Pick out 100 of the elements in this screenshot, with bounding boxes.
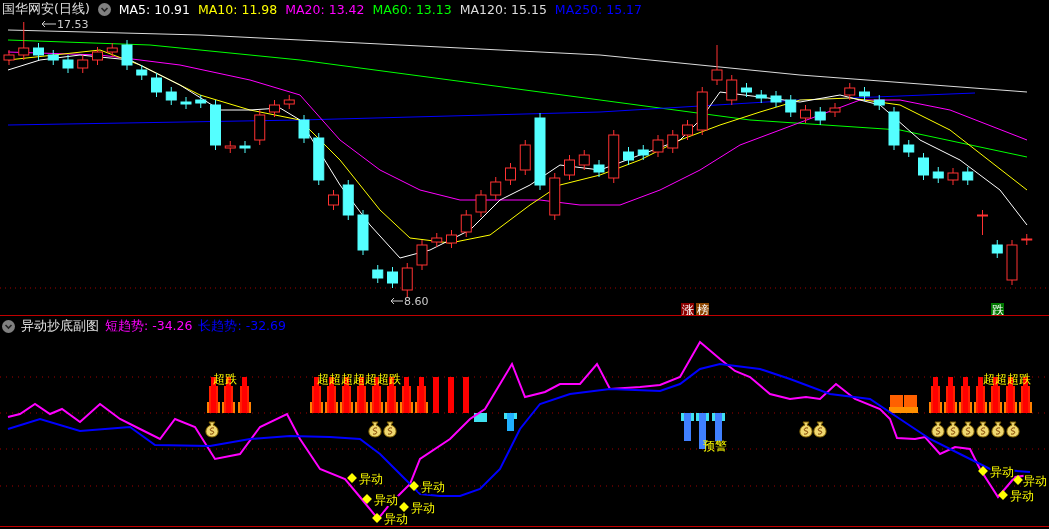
candlestick [283, 94, 295, 110]
signal-bar [712, 413, 725, 441]
candlestick [652, 134, 664, 158]
candlestick [136, 64, 148, 81]
candlestick [519, 139, 531, 176]
signal-bar [400, 377, 413, 413]
candlestick [814, 106, 826, 126]
signal-bar [944, 377, 957, 413]
candlestick [195, 94, 207, 109]
candlestick [711, 44, 723, 86]
ma-reading: MA20: 13.42 [285, 1, 365, 17]
candlestick [1021, 233, 1033, 246]
signal-bar [504, 413, 517, 431]
candlestick [357, 209, 369, 256]
signal-bar [929, 377, 942, 413]
candlestick [210, 99, 221, 151]
candlestick [224, 140, 236, 154]
money-bag-icon [205, 421, 219, 438]
candlestick [578, 149, 590, 171]
candlestick [888, 106, 900, 151]
badge-label: 涨 [681, 303, 694, 315]
warning-label: 预警 [703, 439, 727, 453]
collapse-icon[interactable] [97, 2, 111, 16]
candlestick [741, 82, 752, 98]
ma-reading: MA120: 15.15 [459, 1, 547, 17]
candlestick [770, 90, 782, 108]
candlestick [372, 264, 384, 284]
diamond-marker [372, 513, 382, 523]
ma-reading: MA250: 15.17 [554, 1, 643, 17]
candlestick [800, 104, 811, 124]
money-bag-icon [1006, 421, 1020, 438]
candlestick [932, 166, 944, 184]
candlestick [829, 102, 841, 118]
candlestick [755, 89, 767, 104]
signal-bar [433, 377, 439, 413]
candlestick [3, 49, 15, 66]
candlestick [637, 144, 649, 161]
candlestick [180, 96, 192, 110]
diamond-marker [1013, 475, 1023, 485]
candlestick [977, 209, 988, 236]
candlestick [33, 42, 44, 61]
signal-bar [463, 377, 469, 413]
money-bag-icon [961, 421, 975, 438]
candlestick [785, 94, 797, 118]
ma-reading: MA5: 10.91 [118, 1, 191, 17]
candlestick [62, 54, 74, 74]
candlestick [903, 139, 915, 158]
candlestick [859, 86, 870, 102]
candlestick [298, 114, 310, 144]
candlestick [254, 109, 266, 146]
money-bag-icon [368, 421, 382, 438]
candlestick [416, 239, 428, 271]
candlestick [165, 86, 177, 106]
signal-bar [448, 377, 454, 413]
candlestick [342, 179, 354, 221]
move-label: 异动 [384, 512, 408, 526]
candlestick [431, 232, 443, 248]
trend-reading: 短趋势: -34.26 [105, 318, 193, 335]
candlestick [682, 119, 693, 141]
candlestick [47, 49, 59, 66]
candlestick [313, 132, 325, 186]
move-label: 异动 [1010, 489, 1034, 503]
money-bag-icon [976, 421, 990, 438]
signal-bar [903, 395, 918, 413]
move-label: 异动 [411, 501, 435, 515]
candlestick [873, 94, 885, 111]
candlestick [460, 209, 472, 238]
candlestick [106, 42, 118, 58]
signal-bar [681, 413, 694, 441]
badge-label: 跌 [991, 303, 1004, 315]
collapse-icon[interactable] [2, 320, 15, 333]
diamond-marker [362, 494, 372, 504]
ma-reading: MA10: 11.98 [198, 1, 278, 17]
trend-reading: 长趋势: -32.69 [198, 318, 286, 335]
high-price-label: 17.53 [57, 18, 89, 31]
move-label: 异动 [1023, 474, 1047, 488]
signal-bar [415, 377, 428, 413]
signal-bar [474, 413, 487, 422]
oversold-label: 超跌 [213, 372, 237, 386]
candlestick [446, 229, 457, 249]
money-bag-icon [383, 421, 397, 438]
candlestick [121, 39, 133, 71]
candlestick [505, 162, 516, 186]
candlestick [92, 46, 103, 66]
candlestick [475, 189, 487, 218]
candlestick [401, 262, 413, 299]
candlestick [608, 129, 620, 184]
indicator-title: 异动抄底副图 [21, 318, 99, 335]
money-bag-icon [799, 421, 813, 438]
candlestick [151, 72, 162, 98]
diamond-marker [409, 481, 419, 491]
candlestick [918, 152, 929, 181]
oversold-label: 超超超跌 [983, 372, 1031, 386]
candlestick [1006, 239, 1018, 286]
money-bag-icon [813, 421, 827, 438]
candlestick [564, 154, 575, 181]
diamond-marker [347, 473, 357, 483]
candlestick [18, 21, 30, 61]
diamond-marker [998, 490, 1008, 500]
signal-bar [959, 377, 972, 413]
